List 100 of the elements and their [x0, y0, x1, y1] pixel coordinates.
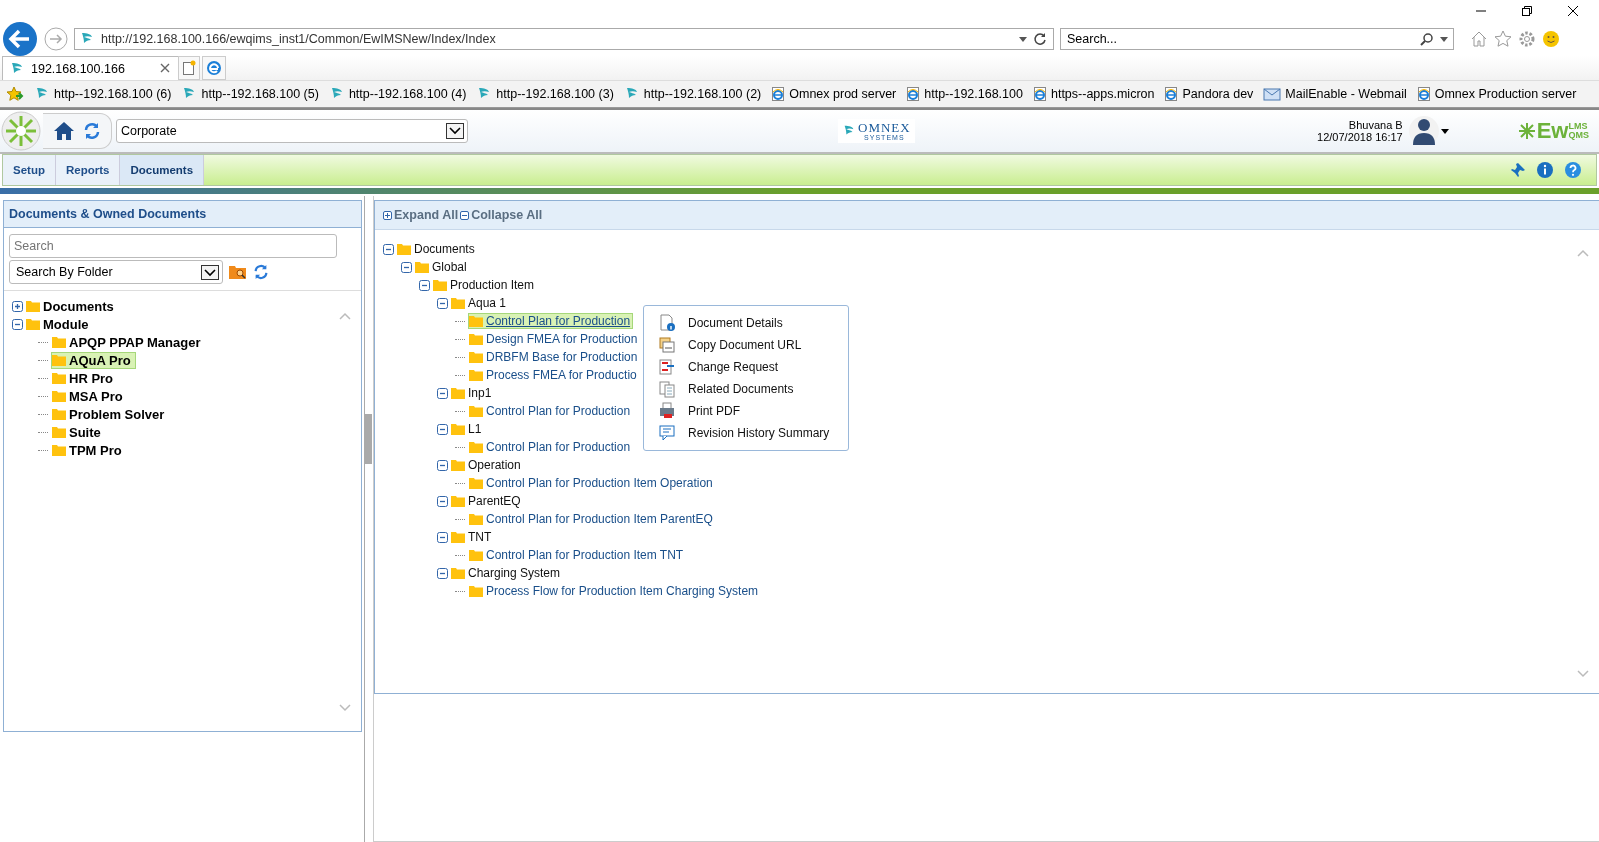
info-icon[interactable] [1536, 161, 1554, 179]
collapse-icon[interactable] [437, 387, 448, 399]
collapse-icon[interactable] [437, 459, 448, 471]
tree-folder[interactable]: AQuA Pro [51, 351, 136, 369]
tree-folder[interactable]: Suite [51, 423, 106, 441]
restore-icon[interactable] [1521, 5, 1533, 17]
back-button[interactable] [2, 21, 38, 57]
tree-document[interactable]: Process FMEA for Productio [468, 367, 640, 383]
tree-folder[interactable]: HR Pro [51, 369, 119, 387]
browser-tab[interactable]: 192.168.100.166 [2, 56, 180, 80]
nav-tab[interactable]: Reports [55, 155, 121, 185]
smiley-icon[interactable] [1542, 30, 1560, 48]
menu-item[interactable]: Print PDF [658, 400, 848, 422]
home-icon[interactable] [53, 120, 75, 142]
menu-item[interactable]: Related Documents [658, 378, 848, 400]
menu-item[interactable]: Document Details [658, 312, 848, 334]
collapse-icon[interactable] [383, 243, 394, 255]
nav-tab[interactable]: Documents [120, 155, 205, 185]
tree-folder[interactable]: MSA Pro [51, 387, 128, 405]
folder-icon [469, 441, 483, 453]
pin-icon[interactable] [1510, 162, 1526, 178]
collapse-icon[interactable] [419, 279, 430, 291]
caret-icon[interactable] [1440, 128, 1449, 134]
tree-folder[interactable]: Problem Solver [51, 405, 170, 423]
tree-folder[interactable]: Charging System [468, 566, 561, 580]
expand-icon[interactable] [12, 300, 23, 312]
nav-tab[interactable]: Setup [3, 155, 56, 185]
tree-document[interactable]: Control Plan for Production Item ParentEQ [468, 511, 716, 527]
refresh-icon[interactable] [253, 264, 269, 280]
splitter-handle[interactable] [365, 414, 372, 464]
tree-document[interactable]: Control Plan for Production [468, 403, 634, 419]
tree-document[interactable]: Control Plan for Production [468, 439, 634, 455]
favorite-link[interactable]: http--192.168.100 [906, 86, 1023, 102]
refresh-icon[interactable] [1033, 32, 1047, 46]
dropdown-icon[interactable] [1440, 36, 1448, 42]
folder-search-icon[interactable] [229, 264, 247, 280]
tree-folder[interactable]: Documents [43, 298, 114, 314]
tree-folder[interactable]: APQP PPAP Manager [51, 333, 206, 351]
close-tab-icon[interactable] [160, 63, 170, 73]
tree-document[interactable]: Process Flow for Production Item Charging System [468, 583, 762, 599]
tree-folder[interactable]: Operation [468, 458, 521, 472]
expand-all-link[interactable]: Expand All [383, 208, 459, 222]
favorite-link[interactable]: http--192.168.100 (2) [623, 86, 762, 102]
favorite-link[interactable]: Omnex prod server [771, 86, 897, 102]
dropdown-icon[interactable] [1019, 36, 1027, 42]
collapse-icon[interactable] [437, 297, 448, 309]
menu-item[interactable]: Copy Document URL [658, 334, 848, 356]
tree-document[interactable]: Control Plan for Production Item Operation [468, 475, 716, 491]
folder-icon [451, 567, 465, 579]
search-icon[interactable] [1420, 32, 1434, 46]
favorites-icon[interactable] [6, 86, 24, 102]
tree-folder[interactable]: Module [43, 316, 89, 332]
web-page-icon [906, 86, 921, 102]
folder-dropdown[interactable]: Search By Folder [9, 260, 223, 284]
tree-folder[interactable]: Inp1 [468, 386, 492, 400]
asterisk-logo-icon [1518, 123, 1535, 139]
new-tab-button[interactable] [178, 56, 200, 80]
favorite-link[interactable]: Pandora dev [1164, 86, 1254, 102]
favorite-link[interactable]: Omnex Production server [1416, 86, 1577, 102]
tree-document[interactable]: Design FMEA for Production [468, 331, 641, 347]
tree-folder[interactable]: TPM Pro [51, 441, 127, 459]
site-dropdown[interactable]: Corporate [116, 119, 468, 143]
close-icon[interactable] [1567, 5, 1579, 17]
collapse-all-link[interactable]: Collapse All [460, 208, 543, 222]
search-field[interactable]: Search [9, 234, 337, 258]
browser-button[interactable] [202, 56, 226, 80]
collapse-icon[interactable] [12, 318, 23, 330]
folder-icon [415, 261, 429, 273]
favorite-link[interactable]: http--192.168.100 (4) [328, 86, 467, 102]
star-icon[interactable] [1494, 30, 1512, 48]
favorite-link[interactable]: MailEnable - Webmail [1263, 87, 1407, 101]
tree-document[interactable]: Control Plan for Production Item TNT [468, 547, 687, 563]
favorite-link[interactable]: http--192.168.100 (5) [181, 86, 319, 102]
tree-folder[interactable]: ParentEQ [468, 494, 521, 508]
menu-item[interactable]: Change Request [658, 356, 848, 378]
tree-document[interactable]: Control Plan for Production [468, 313, 634, 329]
user-avatar-icon[interactable] [1408, 115, 1439, 147]
tree-folder[interactable]: Documents [414, 242, 475, 256]
address-field[interactable]: http://192.168.100.166/ewqims_inst1/Common/EwIMSNew/Index/Index [74, 28, 1054, 50]
menu-item[interactable]: Revision History Summary [658, 422, 848, 444]
tree-folder[interactable]: Global [432, 260, 467, 274]
favorite-link[interactable]: http--192.168.100 (3) [476, 86, 614, 102]
favorite-link[interactable]: http--192.168.100 (6) [34, 86, 172, 102]
folder-icon [451, 423, 465, 435]
tree-document[interactable]: DRBFM Base for Production [468, 349, 641, 365]
settings-icon[interactable] [1518, 30, 1536, 48]
help-icon[interactable] [1564, 161, 1582, 179]
search-field[interactable]: Search... [1060, 28, 1454, 50]
tree-folder[interactable]: Aqua 1 [468, 296, 507, 310]
collapse-icon[interactable] [437, 531, 448, 543]
collapse-icon[interactable] [437, 423, 448, 435]
collapse-icon[interactable] [401, 261, 412, 273]
tree-folder[interactable]: L1 [468, 422, 482, 436]
favorite-link[interactable]: https--apps.micron [1032, 86, 1155, 102]
tree-folder[interactable]: Production Item [450, 278, 535, 292]
product-name: Ew [1536, 118, 1569, 144]
collapse-icon[interactable] [437, 567, 448, 579]
product-label: QMS [1568, 131, 1589, 140]
collapse-icon[interactable] [437, 495, 448, 507]
tree-folder[interactable]: TNT [468, 530, 492, 544]
